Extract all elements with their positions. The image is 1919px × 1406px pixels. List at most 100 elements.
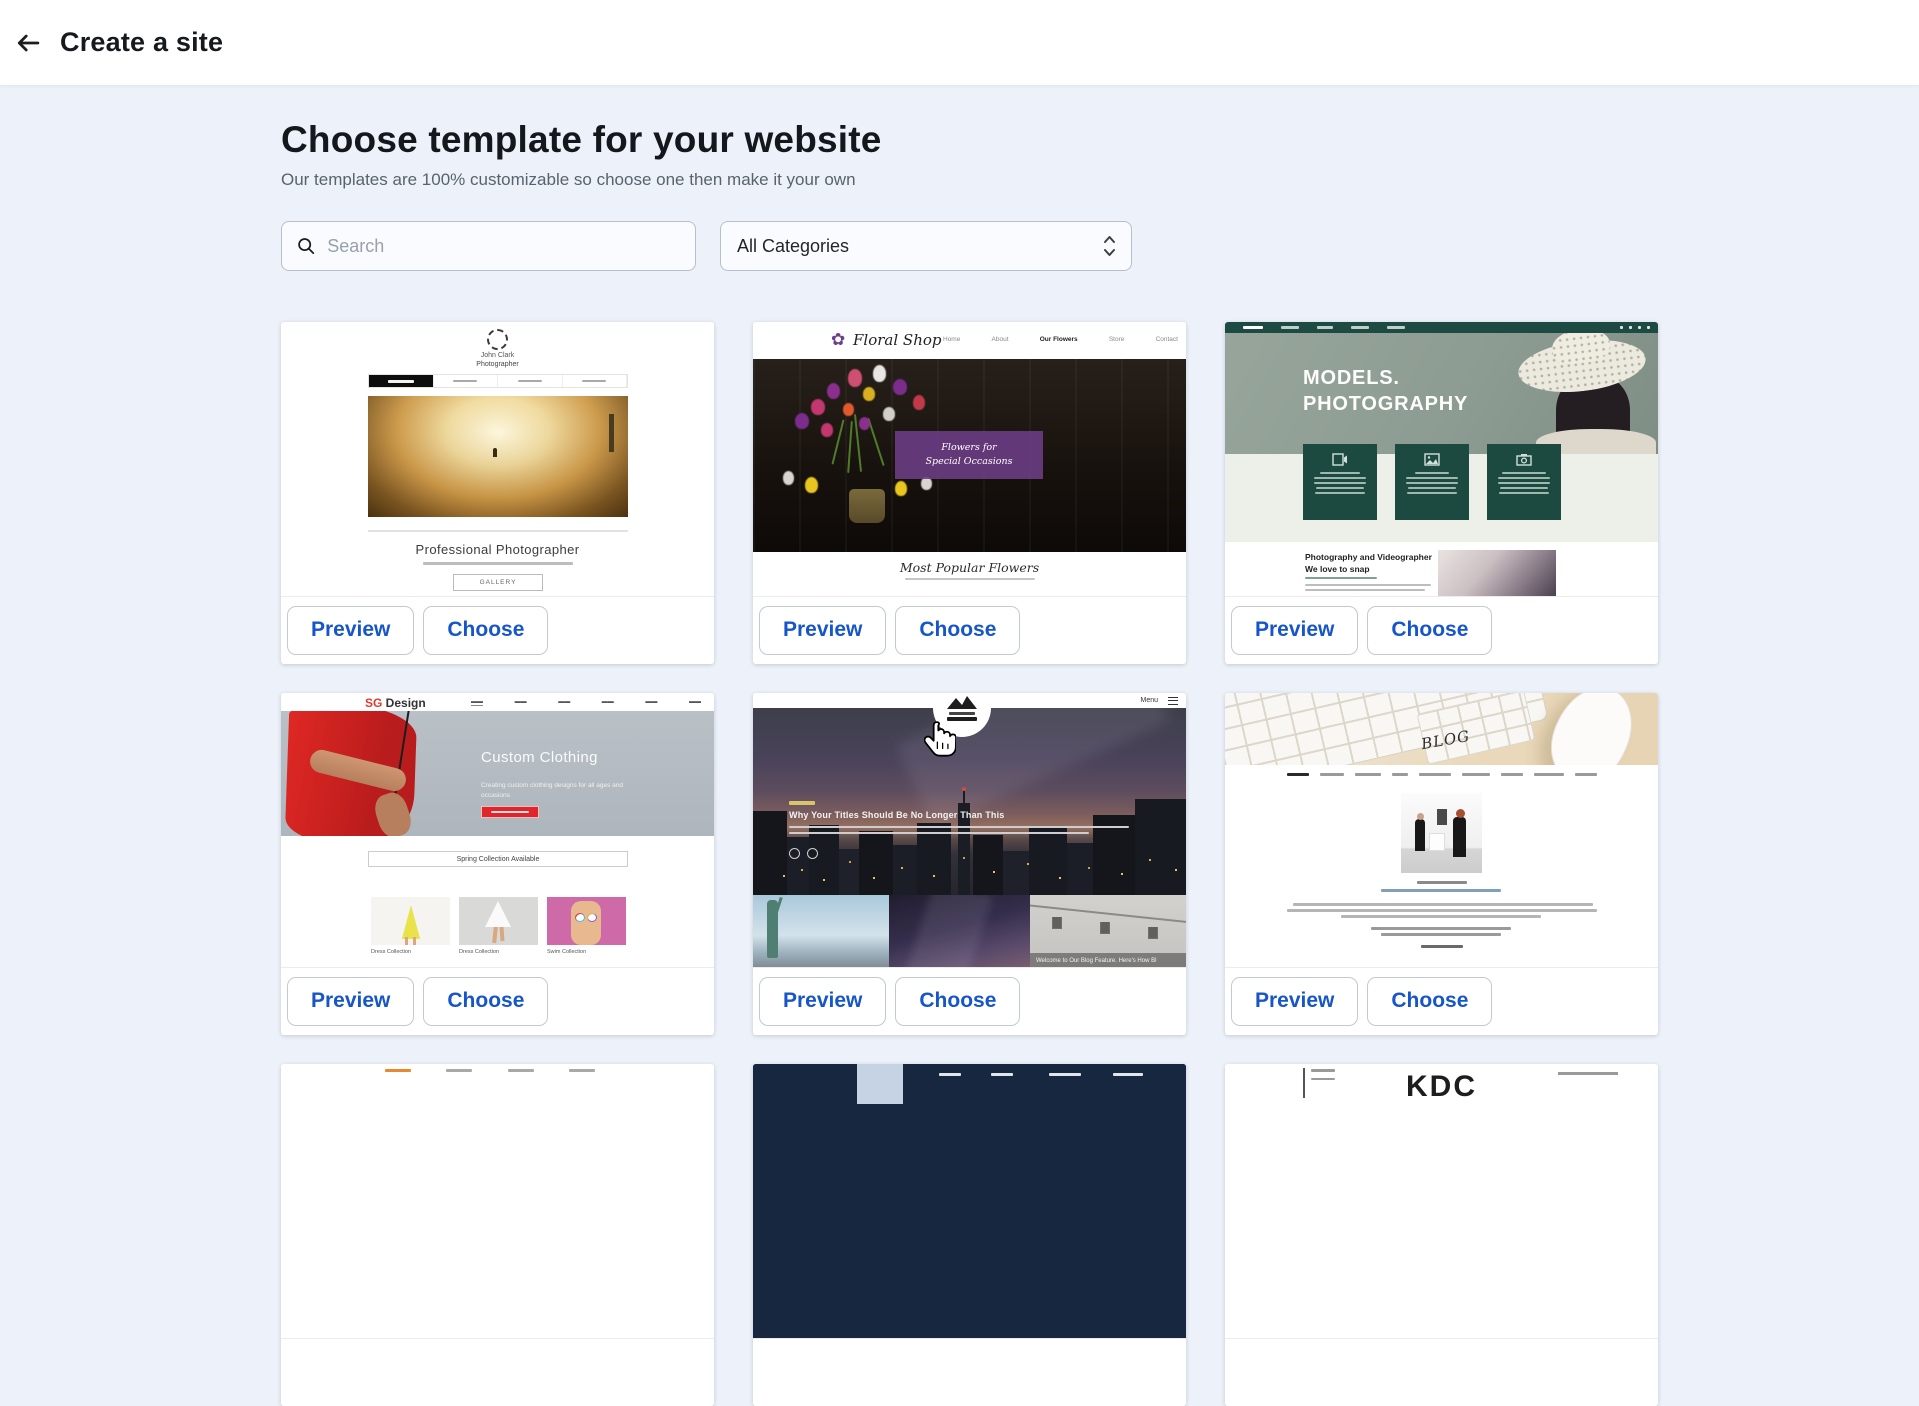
thumb-nav-item: ▬▬ bbox=[558, 699, 570, 706]
social-icon bbox=[1638, 326, 1641, 329]
strip-caption: Welcome to Our Blog Feature. Here's How … bbox=[1030, 953, 1186, 968]
template-card-travel-blog[interactable]: Menu bbox=[753, 693, 1186, 1035]
tulip bbox=[913, 395, 925, 410]
thumb-nav-item bbox=[1287, 773, 1309, 776]
text-line bbox=[1421, 945, 1463, 948]
building bbox=[1003, 851, 1029, 895]
hero-banner: Flowers for Special Occasions bbox=[895, 431, 1043, 479]
text-line bbox=[1305, 589, 1425, 591]
salon-photo bbox=[1401, 793, 1482, 873]
camera-icon bbox=[1516, 453, 1532, 466]
building bbox=[787, 837, 809, 895]
text-line bbox=[789, 826, 1129, 828]
thumb-nav-item: About bbox=[992, 336, 1009, 343]
collection-photo bbox=[371, 897, 450, 945]
text-line bbox=[1558, 1072, 1618, 1075]
thumb-nav-item bbox=[1113, 1073, 1143, 1076]
tulip bbox=[821, 423, 833, 437]
choose-button[interactable]: Choose bbox=[895, 606, 1020, 655]
template-thumbnail-partial bbox=[753, 1064, 1186, 1339]
torso bbox=[571, 901, 601, 945]
collection-photo bbox=[459, 897, 538, 945]
salon-chair bbox=[1429, 833, 1445, 851]
thumb-tagline: Photographer bbox=[281, 361, 714, 368]
slider-next-button bbox=[807, 848, 818, 859]
choose-button[interactable]: Choose bbox=[1367, 606, 1492, 655]
text-line bbox=[1406, 477, 1458, 479]
thumb-brand: Floral Shop bbox=[853, 331, 941, 349]
building bbox=[1135, 799, 1186, 895]
white-dress bbox=[485, 901, 511, 927]
text-line bbox=[789, 832, 1089, 834]
collection-heading: Spring Collection Available bbox=[368, 851, 628, 867]
building bbox=[893, 845, 917, 895]
thumb-nav-item bbox=[939, 1073, 961, 1076]
thumb-heading: We love to snap bbox=[1305, 564, 1370, 574]
bikini-cup bbox=[575, 913, 585, 922]
thumb-nav-item bbox=[1049, 1073, 1081, 1076]
preview-button[interactable]: Preview bbox=[759, 977, 886, 1026]
preview-button[interactable]: Preview bbox=[759, 606, 886, 655]
choose-button[interactable]: Choose bbox=[423, 977, 548, 1026]
preview-button[interactable]: Preview bbox=[287, 977, 414, 1026]
text-line bbox=[423, 562, 573, 565]
search-box[interactable] bbox=[281, 221, 696, 271]
collection-caption: Swim Collection bbox=[547, 949, 586, 955]
template-card-photographer[interactable]: John Clark Photographer Professional Pho… bbox=[281, 322, 714, 664]
category-select-value: All Categories bbox=[737, 236, 849, 257]
antenna-light bbox=[962, 787, 966, 791]
collection-photo bbox=[547, 897, 626, 945]
stem bbox=[847, 421, 853, 473]
category-select[interactable]: All Categories bbox=[720, 221, 1132, 271]
text-line bbox=[1341, 915, 1541, 918]
template-card-partial-1[interactable] bbox=[281, 1064, 714, 1406]
tulip bbox=[783, 471, 794, 485]
text-line bbox=[1407, 492, 1457, 494]
thumb-nav-item bbox=[1317, 326, 1333, 329]
template-grid: John Clark Photographer Professional Pho… bbox=[281, 322, 1658, 1406]
template-card-partial-2[interactable] bbox=[753, 1064, 1186, 1406]
computer-mouse bbox=[1537, 693, 1647, 765]
feature-tile bbox=[1303, 444, 1377, 520]
tulip bbox=[805, 477, 818, 493]
template-card-models-photography[interactable]: MODELS. PHOTOGRAPHY bbox=[1225, 322, 1658, 664]
thumb-nav-item bbox=[385, 1069, 411, 1072]
choose-button[interactable]: Choose bbox=[1367, 977, 1492, 1026]
thumb-nav-item: Contact bbox=[1156, 336, 1178, 343]
template-card-blog[interactable]: BLOG bbox=[1225, 693, 1658, 1035]
card-actions: Preview Choose bbox=[281, 597, 714, 663]
silhouette-figure bbox=[493, 448, 497, 457]
preview-button[interactable]: Preview bbox=[1231, 606, 1358, 655]
thumb-hero-subtitle: Creating custom clothing designs for all… bbox=[481, 781, 631, 801]
template-card-sg-design[interactable]: SG Design ▬▬ ▬▬ ▬▬ ▬▬ ▬▬ ▬▬ Custom Cloth… bbox=[281, 693, 714, 1035]
template-card-floral-shop[interactable]: ✿ Floral Shop Home About Our Flowers Sto… bbox=[753, 322, 1186, 664]
choose-button[interactable]: Choose bbox=[423, 606, 548, 655]
building bbox=[859, 831, 893, 895]
template-card-partial-kdc[interactable]: KDC bbox=[1225, 1064, 1658, 1406]
preview-button[interactable]: Preview bbox=[1231, 977, 1358, 1026]
template-thumbnail-partial: KDC bbox=[1225, 1064, 1658, 1339]
thumb-nav-active-item bbox=[857, 1064, 903, 1104]
tulip bbox=[843, 403, 854, 416]
collection-caption: Dress Collection bbox=[459, 949, 499, 955]
template-thumbnail-photographer: John Clark Photographer Professional Pho… bbox=[281, 322, 714, 597]
brand-rest: Design bbox=[382, 696, 425, 710]
thumb-nav bbox=[1225, 322, 1658, 333]
template-thumbnail-blog: BLOG bbox=[1225, 693, 1658, 968]
search-input[interactable] bbox=[327, 236, 681, 257]
mouse-cursor-pointer bbox=[924, 720, 956, 763]
thumb-nav-item bbox=[446, 1069, 472, 1072]
card-actions: Preview Choose bbox=[281, 968, 714, 1034]
page-title: Create a site bbox=[60, 27, 223, 58]
thumb-nav bbox=[368, 374, 628, 388]
fence-post bbox=[609, 414, 614, 452]
text-line bbox=[1287, 909, 1597, 912]
thumb-nav bbox=[753, 1064, 1186, 1104]
text-line bbox=[1500, 487, 1548, 489]
choose-button[interactable]: Choose bbox=[895, 977, 1020, 1026]
preview-button[interactable]: Preview bbox=[287, 606, 414, 655]
card-actions: Preview Choose bbox=[753, 597, 1186, 663]
back-button[interactable] bbox=[6, 21, 50, 65]
night-sky-photo bbox=[889, 895, 1030, 968]
thumb-strip: Welcome to Our Blog Feature. Here's How … bbox=[753, 895, 1186, 968]
